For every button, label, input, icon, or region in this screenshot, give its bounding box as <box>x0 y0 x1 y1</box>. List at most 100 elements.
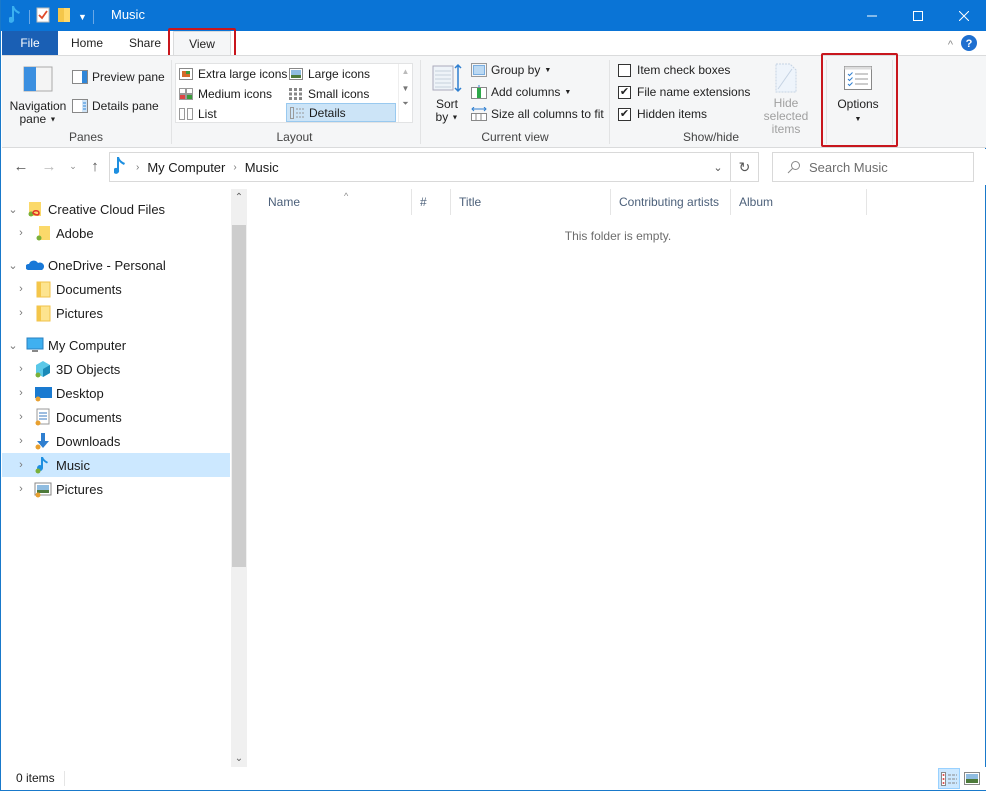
maximize-button[interactable] <box>895 0 941 31</box>
column-header-number[interactable]: # <box>412 189 451 215</box>
tree-item-label: Desktop <box>56 385 104 401</box>
column-label: Title <box>459 195 482 209</box>
breadcrumb-separator-icon[interactable]: › <box>233 162 236 173</box>
refresh-button[interactable]: ↻ <box>730 153 758 181</box>
dropdown-caret-icon: ▼ <box>564 88 572 96</box>
tab-file[interactable]: File <box>2 31 58 55</box>
preview-pane-button[interactable]: Preview pane <box>72 70 165 84</box>
collapsed-chevron-icon[interactable]: › <box>14 459 28 471</box>
tree-item-downloads[interactable]: › Downloads <box>2 429 230 453</box>
layout-list[interactable]: List <box>176 104 217 123</box>
file-explorer-window: ▼ Music File Home Share View ^ ? Navigat… <box>0 0 986 791</box>
collapsed-chevron-icon[interactable]: › <box>14 307 28 319</box>
navigation-pane-scrollbar[interactable]: ⌃ ⌄ <box>231 189 247 767</box>
details-pane-button[interactable]: Details pane <box>72 99 159 113</box>
help-icon[interactable]: ? <box>961 35 977 54</box>
address-bar[interactable]: › My Computer › Music ⌄ ↻ <box>109 152 759 182</box>
tree-item-documents[interactable]: › Documents <box>2 405 230 429</box>
layout-details[interactable]: Details <box>286 103 396 122</box>
expanded-chevron-icon[interactable]: ⌄ <box>6 339 20 352</box>
details-view-button[interactable] <box>938 768 960 789</box>
collapsed-chevron-icon[interactable]: › <box>14 411 28 423</box>
collapsed-chevron-icon[interactable]: › <box>14 483 28 495</box>
tree-item-my-computer[interactable]: ⌄ My Computer <box>2 333 230 357</box>
recent-locations-button[interactable]: ⌄ <box>64 157 82 175</box>
options-button[interactable]: Options ▼ <box>830 64 886 126</box>
layout-large-icons[interactable]: Large icons <box>286 64 370 83</box>
minimize-button[interactable] <box>849 0 895 31</box>
search-input[interactable]: Search Music <box>772 152 974 182</box>
file-name-extensions-toggle[interactable]: ✔ File name extensions <box>618 85 750 99</box>
breadcrumb-music[interactable]: Music <box>245 160 279 175</box>
file-name-extensions-checkbox[interactable]: ✔ <box>618 85 631 99</box>
status-separator <box>64 771 65 786</box>
gallery-down-icon[interactable]: ▼ <box>399 84 412 93</box>
collapsed-chevron-icon[interactable]: › <box>14 387 28 399</box>
close-button[interactable] <box>941 0 986 31</box>
large-icons-view-button[interactable] <box>961 768 983 789</box>
item-check-boxes-toggle[interactable]: Item check boxes <box>618 63 730 77</box>
details-view-icon <box>290 106 304 119</box>
collapsed-chevron-icon[interactable]: › <box>14 283 28 295</box>
tree-item-3d-objects[interactable]: › 3D Objects <box>2 357 230 381</box>
size-columns-icon <box>471 107 487 121</box>
new-folder-icon[interactable] <box>56 7 72 26</box>
gallery-up-icon[interactable]: ▲ <box>399 67 412 76</box>
layout-item-label: List <box>198 106 217 121</box>
tab-share[interactable]: Share <box>117 31 173 55</box>
preview-pane-icon <box>72 70 88 84</box>
layout-extra-large-icons[interactable]: Extra large icons <box>176 64 287 83</box>
forward-button[interactable]: → <box>40 157 58 175</box>
column-header-name[interactable]: Name ^ <box>260 189 412 215</box>
expanded-chevron-icon[interactable]: ⌄ <box>6 203 20 216</box>
add-columns-button[interactable]: Add columns ▼ <box>471 85 571 99</box>
address-history-dropdown[interactable]: ⌄ <box>708 153 728 181</box>
breadcrumb-my-computer[interactable]: My Computer <box>147 160 225 175</box>
up-button[interactable]: ↑ <box>86 157 104 175</box>
gallery-expand-icon[interactable]: ⏷ <box>399 99 412 109</box>
layout-gallery-scroll[interactable]: ▲ ▼ ⏷ <box>398 64 412 122</box>
tree-item-adobe[interactable]: › Adobe <box>2 221 230 245</box>
tree-item-onedrive-pictures[interactable]: › Pictures <box>2 301 230 325</box>
properties-icon[interactable] <box>36 7 50 26</box>
collapsed-chevron-icon[interactable]: › <box>14 227 28 239</box>
qat-separator <box>29 9 30 24</box>
tree-item-desktop[interactable]: › Desktop <box>2 381 230 405</box>
expanded-chevron-icon[interactable]: ⌄ <box>6 259 20 272</box>
group-by-button[interactable]: Group by ▼ <box>471 63 551 77</box>
search-placeholder: Search Music <box>809 159 888 175</box>
scrollbar-thumb[interactable] <box>232 225 246 567</box>
breadcrumb-separator-icon[interactable]: › <box>136 162 139 173</box>
back-button[interactable]: ← <box>12 157 30 175</box>
hidden-items-checkbox[interactable]: ✔ <box>618 107 631 121</box>
tree-item-creative-cloud-files[interactable]: ⌄ Creative Cloud Files <box>2 197 230 221</box>
sort-by-button[interactable]: Sort by ▼ <box>427 62 467 124</box>
extra-large-icons-icon <box>179 67 193 80</box>
item-check-boxes-checkbox[interactable] <box>618 63 631 77</box>
tree-item-music[interactable]: › Music <box>2 453 230 477</box>
collapsed-chevron-icon[interactable]: › <box>14 435 28 447</box>
column-header-album[interactable]: Album <box>731 189 867 215</box>
tree-item-onedrive-documents[interactable]: › Documents <box>2 277 230 301</box>
layout-small-icons[interactable]: Small icons <box>286 84 369 103</box>
tab-home[interactable]: Home <box>59 31 115 55</box>
size-all-columns-button[interactable]: Size all columns to fit <box>471 107 604 121</box>
sort-by-icon <box>432 63 462 93</box>
details-pane-icon <box>72 99 88 113</box>
collapsed-chevron-icon[interactable]: › <box>14 363 28 375</box>
downloads-icon <box>34 432 52 450</box>
column-header-contributing-artists[interactable]: Contributing artists <box>611 189 731 215</box>
customize-qat-icon[interactable]: ▼ <box>78 12 87 22</box>
navigation-pane-button[interactable]: Navigation pane ▼ <box>8 64 68 126</box>
layout-medium-icons[interactable]: Medium icons <box>176 84 272 103</box>
tree-item-pictures[interactable]: › Pictures <box>2 477 230 501</box>
empty-folder-message: This folder is empty. <box>564 229 672 243</box>
tab-view[interactable]: View <box>173 31 231 56</box>
column-header-title[interactable]: Title <box>451 189 611 215</box>
hide-selected-items-button[interactable]: Hide selected items <box>750 63 822 136</box>
tree-item-onedrive[interactable]: ⌄ OneDrive - Personal <box>2 253 230 277</box>
collapse-ribbon-icon[interactable]: ^ <box>948 39 953 51</box>
scroll-up-icon[interactable]: ⌃ <box>231 189 247 206</box>
scroll-down-icon[interactable]: ⌄ <box>231 750 247 767</box>
hidden-items-toggle[interactable]: ✔ Hidden items <box>618 107 707 121</box>
